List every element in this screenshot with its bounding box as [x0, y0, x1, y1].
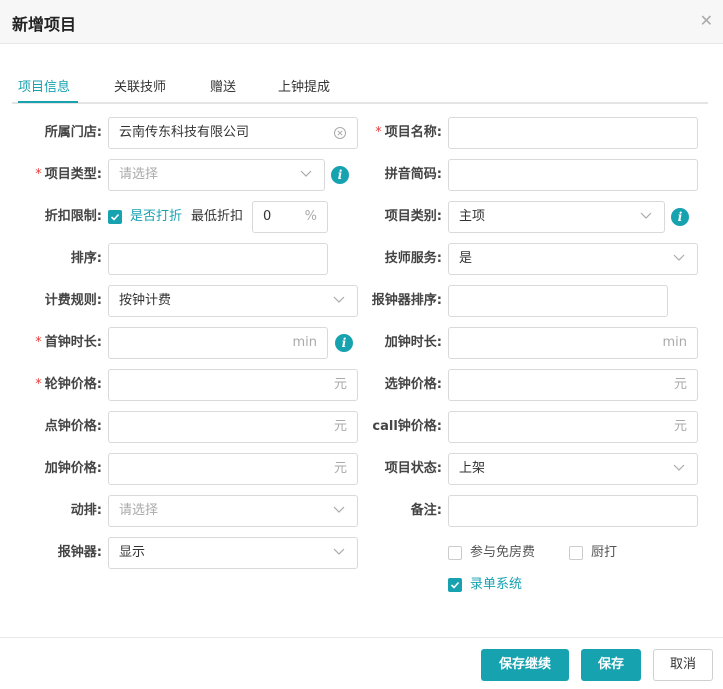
chevron-down-icon	[333, 296, 345, 303]
chevron-down-icon	[673, 254, 685, 261]
category-label: 项目类别:	[384, 209, 442, 224]
call-price-unit: 元	[673, 419, 687, 434]
call-price-label: call钟价格:	[372, 419, 442, 434]
point-price-input[interactable]: 元	[108, 411, 358, 443]
order-system-label[interactable]: 录单系统	[470, 577, 522, 593]
rotation-price-input[interactable]: 元	[108, 369, 358, 401]
check-icon	[110, 213, 120, 221]
add-price-label: 加钟价格:	[44, 461, 102, 476]
discount-checkbox-label[interactable]: 是否打折	[130, 209, 182, 225]
tab-item-info[interactable]: 项目信息	[18, 76, 70, 95]
point-price-label: 点钟价格:	[44, 419, 102, 434]
dialog-footer: 保存继续 保存 取消	[0, 637, 723, 689]
dynamic-placeholder: 请选择	[119, 503, 159, 518]
save-button[interactable]: 保存	[581, 649, 641, 681]
billing-select[interactable]: 按钟计费	[108, 285, 358, 317]
clock-sort-input[interactable]	[448, 285, 668, 317]
order-system-checkbox[interactable]	[448, 578, 462, 592]
min-discount-label: 最低折扣	[191, 209, 244, 224]
rotation-price-unit: 元	[333, 377, 347, 392]
remark-label: 备注:	[410, 503, 442, 518]
chevron-down-icon	[333, 548, 345, 555]
status-value: 上架	[459, 461, 486, 476]
clock-device-label: 报钟器:	[57, 545, 102, 560]
first-duration-input[interactable]: min	[108, 327, 328, 359]
add-duration-label: 加钟时长:	[384, 335, 442, 350]
clock-sort-label: 报钟器排序:	[371, 293, 442, 308]
category-info-icon[interactable]: i	[671, 208, 689, 226]
discount-label: 折扣限制:	[44, 209, 102, 224]
dynamic-label: 动排:	[70, 503, 102, 518]
point-price-unit: 元	[333, 419, 347, 434]
add-duration-unit: min	[662, 335, 687, 350]
cancel-button[interactable]: 取消	[653, 649, 713, 681]
rotation-price-label: * 轮钟价格:	[35, 377, 102, 392]
clock-device-select[interactable]: 显示	[108, 537, 358, 569]
store-select[interactable]: 云南传东科技有限公司	[108, 117, 358, 149]
tech-service-value: 是	[459, 251, 473, 266]
item-type-placeholder: 请选择	[119, 167, 159, 182]
status-label: 项目状态:	[384, 461, 442, 476]
min-discount-input[interactable]: 0 %	[252, 201, 328, 233]
item-name-label: * 项目名称:	[375, 125, 442, 140]
clock-device-value: 显示	[119, 545, 146, 560]
item-type-info-icon[interactable]: i	[331, 166, 349, 184]
chevron-down-icon	[300, 170, 312, 177]
pinyin-input[interactable]	[448, 159, 698, 191]
tech-service-select[interactable]: 是	[448, 243, 698, 275]
add-duration-input[interactable]: min	[448, 327, 698, 359]
select-price-unit: 元	[673, 377, 687, 392]
kitchen-label[interactable]: 厨打	[591, 545, 617, 561]
add-price-input[interactable]: 元	[108, 453, 358, 485]
first-duration-label: * 首钟时长:	[35, 335, 102, 350]
kitchen-checkbox[interactable]	[569, 546, 583, 560]
close-icon[interactable]: ✕	[700, 12, 713, 30]
dialog-header: 新增项目 ✕	[0, 0, 723, 44]
add-price-unit: 元	[333, 461, 347, 476]
select-price-input[interactable]: 元	[448, 369, 698, 401]
dynamic-select[interactable]: 请选择	[108, 495, 358, 527]
tab-commission[interactable]: 上钟提成	[278, 76, 330, 95]
item-type-label: * 项目类型:	[35, 167, 102, 182]
sort-input[interactable]	[108, 243, 328, 275]
store-label: 所属门店:	[44, 125, 102, 140]
chevron-down-icon	[673, 464, 685, 471]
tab-bar: 项目信息 关联技师 赠送 上钟提成	[12, 70, 708, 104]
clear-icon[interactable]	[333, 126, 347, 140]
billing-value: 按钟计费	[119, 293, 172, 308]
first-duration-info-icon[interactable]: i	[335, 334, 353, 352]
dialog-title: 新增项目	[12, 15, 77, 34]
tab-gift[interactable]: 赠送	[210, 76, 236, 95]
item-name-input[interactable]	[448, 117, 698, 149]
min-discount-value: 0	[263, 209, 272, 224]
free-room-label[interactable]: 参与免房费	[470, 545, 535, 561]
tab-related-technician[interactable]: 关联技师	[114, 76, 166, 95]
select-price-label: 选钟价格:	[384, 377, 442, 392]
active-tab-indicator	[18, 101, 78, 103]
pinyin-label: 拼音简码:	[384, 167, 442, 182]
call-price-input[interactable]: 元	[448, 411, 698, 443]
check-icon	[450, 581, 460, 589]
first-duration-unit: min	[292, 335, 317, 350]
store-value: 云南传东科技有限公司	[119, 125, 250, 140]
tech-service-label: 技师服务:	[384, 251, 442, 266]
percent-unit: %	[304, 209, 317, 224]
sort-label: 排序:	[70, 251, 102, 266]
discount-checkbox[interactable]	[108, 210, 122, 224]
chevron-down-icon	[333, 506, 345, 513]
save-continue-button[interactable]: 保存继续	[481, 649, 569, 681]
category-value: 主项	[459, 209, 486, 224]
item-type-select[interactable]: 请选择	[108, 159, 325, 191]
remark-input[interactable]	[448, 495, 698, 527]
billing-label: 计费规则:	[44, 293, 102, 308]
chevron-down-icon	[640, 212, 652, 219]
status-select[interactable]: 上架	[448, 453, 698, 485]
category-select[interactable]: 主项	[448, 201, 665, 233]
free-room-checkbox[interactable]	[448, 546, 462, 560]
